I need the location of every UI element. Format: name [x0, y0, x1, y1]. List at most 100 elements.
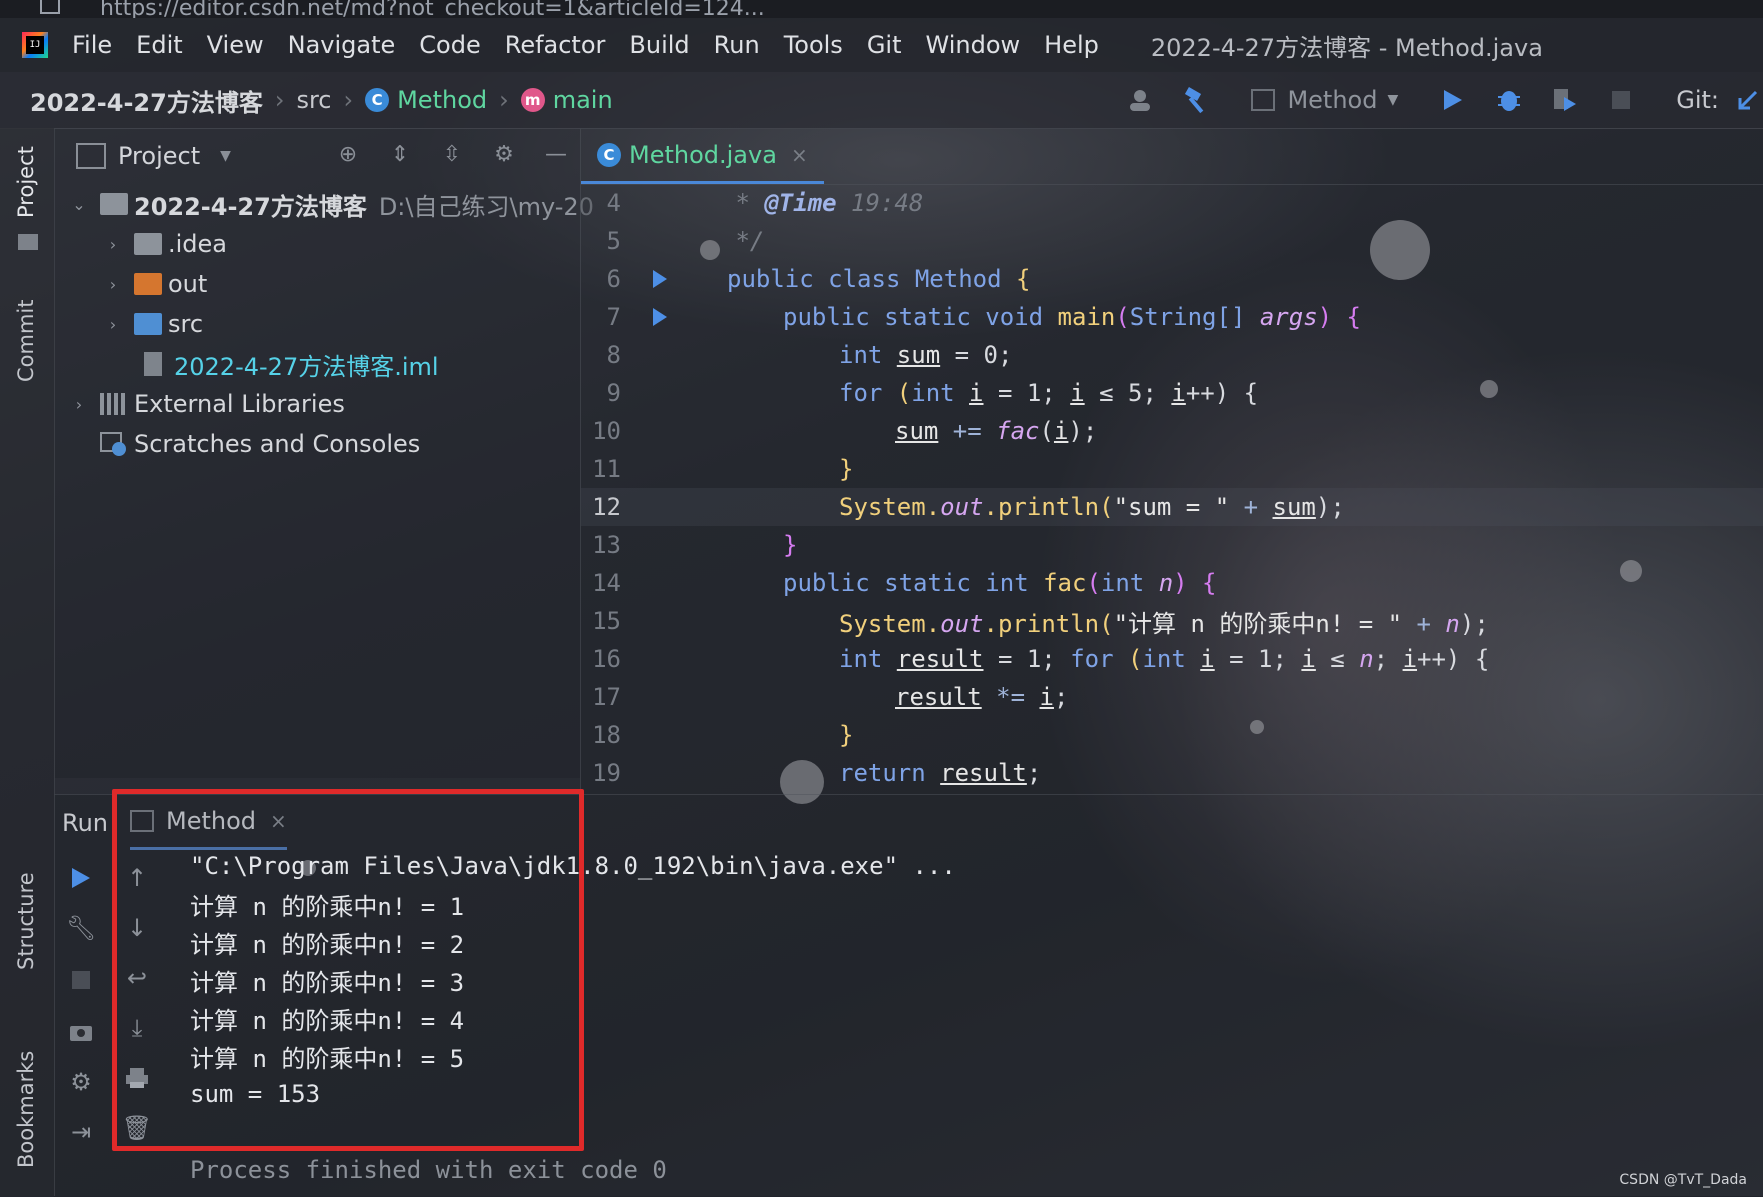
iml-file-icon [144, 352, 162, 376]
bookmarks-tool-tab[interactable]: Bookmarks [14, 1051, 38, 1168]
code-line[interactable]: 6 public class Method { [581, 260, 1763, 298]
wrench-icon[interactable]: 🔧︎ [66, 913, 96, 943]
code-line[interactable]: 10 sum += fac(i); [581, 412, 1763, 450]
source-folder-icon [134, 313, 162, 335]
tree-item-label: Scratches and Consoles [134, 430, 421, 458]
menu-edit[interactable]: Edit [136, 31, 182, 59]
breadcrumb-method[interactable]: m main [520, 86, 613, 114]
method-icon: m [520, 88, 545, 112]
menu-file[interactable]: File [72, 31, 112, 59]
commit-tool-tab[interactable]: Commit [14, 300, 38, 383]
editor-tab-method-java[interactable]: C Method.java × [581, 129, 824, 184]
tree-item-external-libraries[interactable]: › External Libraries [70, 384, 345, 424]
breadcrumb-separator: › [499, 86, 509, 114]
code-line[interactable]: 19 return result; [581, 754, 1763, 792]
run-gutter-icon[interactable] [653, 308, 667, 326]
collapse-all-icon[interactable]: ⇳ [438, 140, 466, 168]
code-line[interactable]: 5 */ [581, 222, 1763, 260]
tree-root-path: D:\自己练习\my-20 [378, 192, 594, 221]
tree-root-label: 2022-4-27方法博客 [134, 192, 367, 221]
close-icon[interactable]: × [791, 143, 808, 167]
code-line[interactable]: 18 } [581, 716, 1763, 754]
breadcrumb-src[interactable]: src [296, 86, 331, 114]
excluded-folder-icon [134, 273, 162, 295]
locate-file-icon[interactable]: ⊕ [334, 140, 362, 168]
tree-item-iml[interactable]: 2022-4-27方法博客.iml [144, 344, 439, 384]
project-panel-title[interactable]: Project [118, 142, 200, 170]
tree-item-src[interactable]: › src [104, 304, 203, 344]
code-line[interactable]: 16 int result = 1; for (int i = 1; i ≤ n… [581, 640, 1763, 678]
code-line[interactable]: 15 System.out.println("计算 n 的阶乘中n! = " +… [581, 602, 1763, 640]
breadcrumb-class[interactable]: C Method [365, 86, 487, 114]
code-line-current[interactable]: 12 System.out.println("sum = " + sum); [581, 488, 1763, 526]
menu-help[interactable]: Help [1044, 31, 1099, 59]
code-line[interactable]: 7 public static void main(String[] args)… [581, 298, 1763, 336]
camera-icon[interactable] [66, 1017, 96, 1047]
watermark: CSDN @TvT_Dada [1619, 1172, 1747, 1188]
build-hammer-icon[interactable] [1181, 85, 1211, 115]
tree-item-label: 2022-4-27方法博客.iml [174, 352, 439, 381]
menu-refactor[interactable]: Refactor [505, 31, 606, 59]
line-number: 11 [592, 455, 621, 483]
structure-tool-tab[interactable]: Structure [14, 872, 38, 970]
run-config-selector[interactable]: Method ▼ [1251, 86, 1398, 114]
project-tool-window: Project ▼ ⊕ ⇕ ⇳ ⚙ — ⌄ 2022-4-27方法博客 D:\自… [54, 128, 594, 778]
menu-git[interactable]: Git [867, 31, 902, 59]
page-icon [40, 0, 60, 14]
code-line[interactable]: 14 public static int fac(int n) { [581, 564, 1763, 602]
menu-window[interactable]: Window [926, 31, 1021, 59]
line-number: 6 [606, 265, 621, 293]
run-panel-title: Run [62, 809, 109, 837]
code-line[interactable]: 9 for (int i = 1; i ≤ 5; i++) { [581, 374, 1763, 412]
tree-item-label: .idea [168, 230, 228, 258]
code-line[interactable]: 13 } [581, 526, 1763, 564]
run-icon[interactable] [1438, 85, 1468, 115]
run-gutter-icon[interactable] [653, 270, 667, 288]
tree-item-root[interactable]: ⌄ 2022-4-27方法博客 D:\自己练习\my-20 [70, 184, 594, 224]
tree-item-label: src [168, 310, 204, 338]
menu-view[interactable]: View [207, 31, 264, 59]
breadcrumb-class-label: Method [397, 86, 488, 114]
code-line[interactable]: 4 * @Time 19:48 [581, 184, 1763, 222]
folder-icon [18, 234, 38, 250]
menu-build[interactable]: Build [629, 31, 689, 59]
run-with-coverage-icon[interactable] [1550, 85, 1580, 115]
menu-navigate[interactable]: Navigate [288, 31, 396, 59]
git-update-icon[interactable] [1733, 85, 1763, 115]
tree-item-idea[interactable]: › .idea [104, 224, 227, 264]
expand-all-icon[interactable]: ⇕ [386, 140, 414, 168]
stop-icon[interactable] [66, 965, 96, 995]
chevron-down-icon[interactable]: ▼ [220, 148, 231, 164]
run-config-icon [1251, 89, 1276, 111]
debug-bug-icon[interactable] [1494, 85, 1524, 115]
browser-url: https://editor.csdn.net/md?not_checkout=… [100, 0, 765, 18]
code-line[interactable]: 8 int sum = 0; [581, 336, 1763, 374]
stop-icon[interactable] [1606, 85, 1636, 115]
scratches-icon [100, 432, 126, 456]
menu-code[interactable]: Code [419, 31, 480, 59]
output-highlight-box [112, 789, 584, 1151]
chevron-right-icon: › [109, 234, 117, 254]
breadcrumb-separator: › [343, 86, 354, 114]
code-line[interactable]: 11 } [581, 450, 1763, 488]
settings-gear-icon[interactable]: ⚙ [66, 1067, 96, 1097]
line-number: 19 [592, 759, 621, 787]
exit-icon[interactable]: ⇥ [66, 1117, 96, 1147]
tree-item-scratches[interactable]: Scratches and Consoles [100, 424, 420, 464]
breadcrumb-project[interactable]: 2022-4-27方法博客 [30, 83, 263, 118]
line-number: 17 [592, 683, 621, 711]
folder-icon [134, 233, 162, 255]
menu-tools[interactable]: Tools [784, 31, 843, 59]
menu-run[interactable]: Run [714, 31, 760, 59]
libraries-icon [100, 393, 126, 415]
breadcrumb-method-label: main [552, 86, 613, 114]
hide-panel-icon[interactable]: — [542, 140, 570, 168]
rerun-icon[interactable] [66, 863, 96, 893]
user-icon[interactable] [1125, 85, 1155, 115]
tree-item-out[interactable]: › out [104, 264, 208, 304]
git-label: Git: [1676, 86, 1719, 114]
project-tool-tab[interactable]: Project [14, 146, 38, 218]
gear-icon[interactable]: ⚙ [490, 140, 518, 168]
tree-item-label: out [168, 270, 208, 298]
code-line[interactable]: 17 result *= i; [581, 678, 1763, 716]
